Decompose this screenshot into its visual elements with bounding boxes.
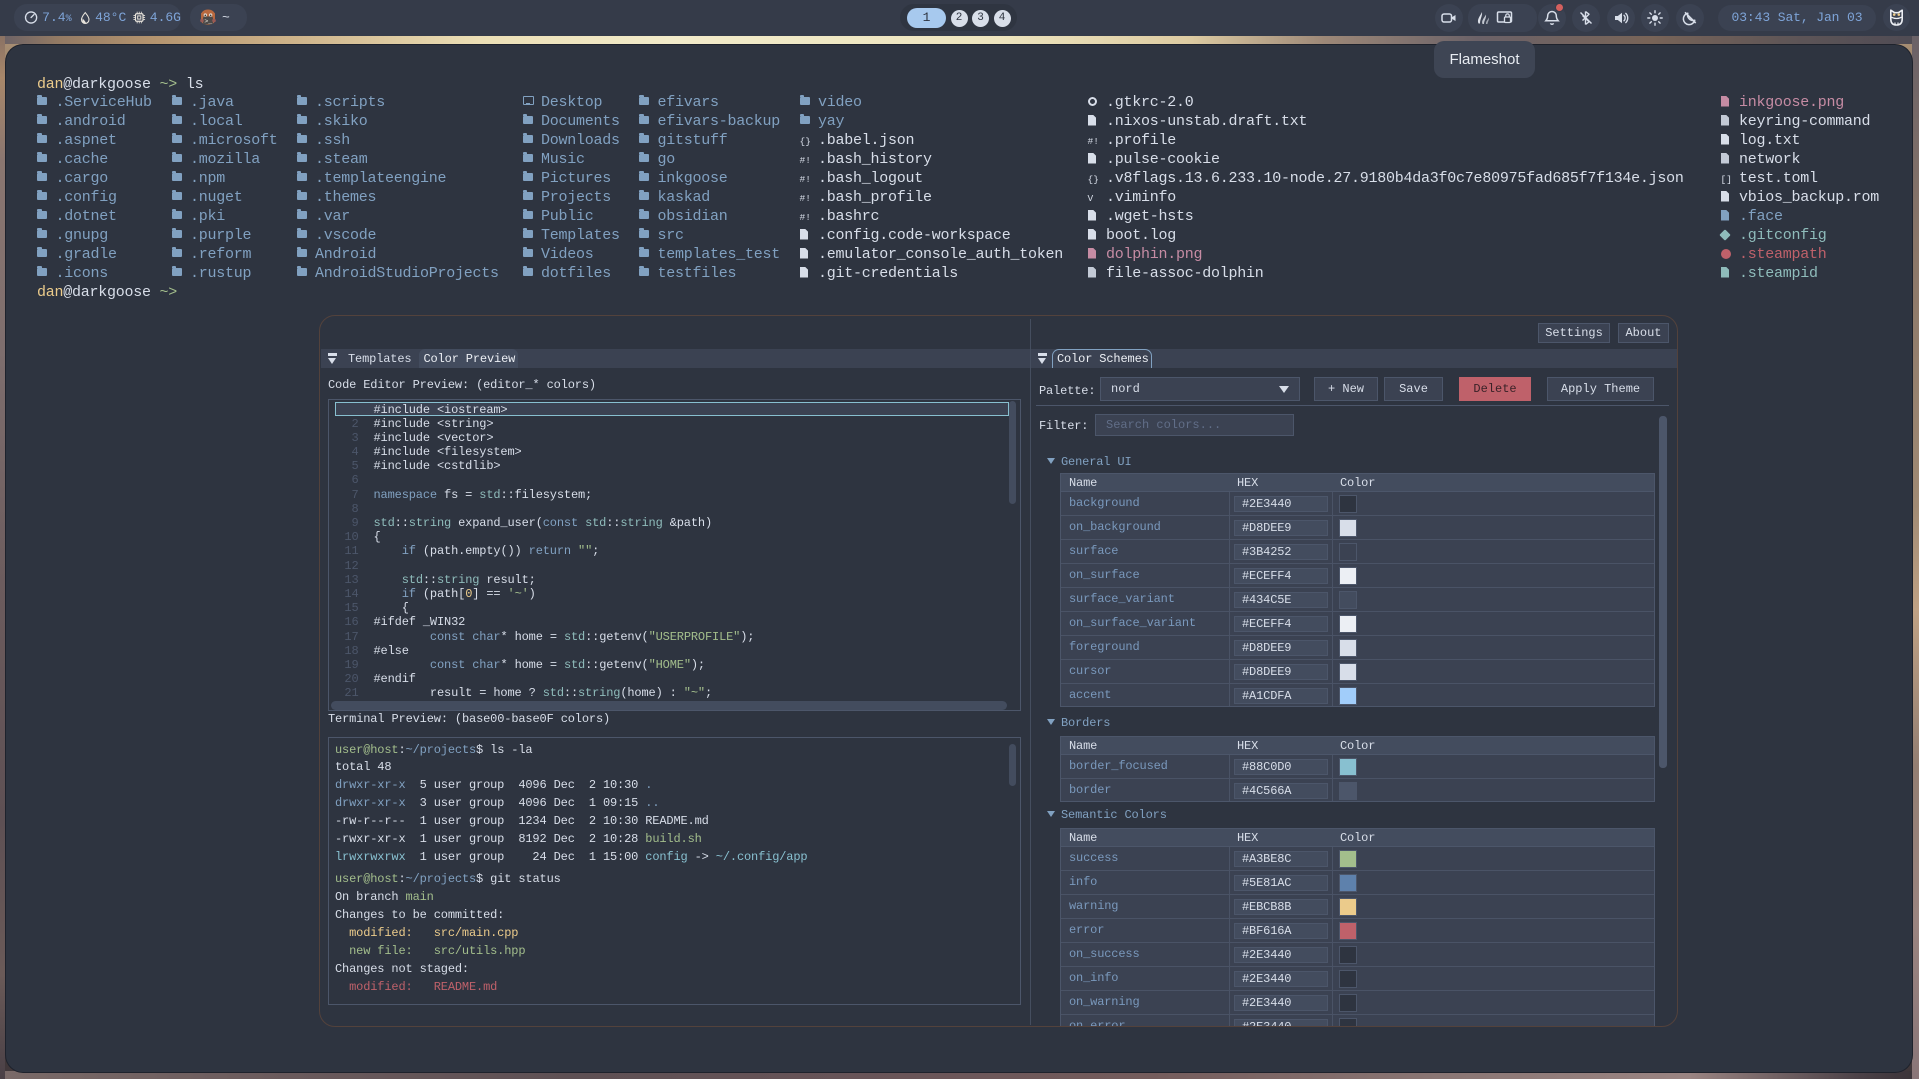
svg-text:>_: >_ <box>204 17 212 24</box>
